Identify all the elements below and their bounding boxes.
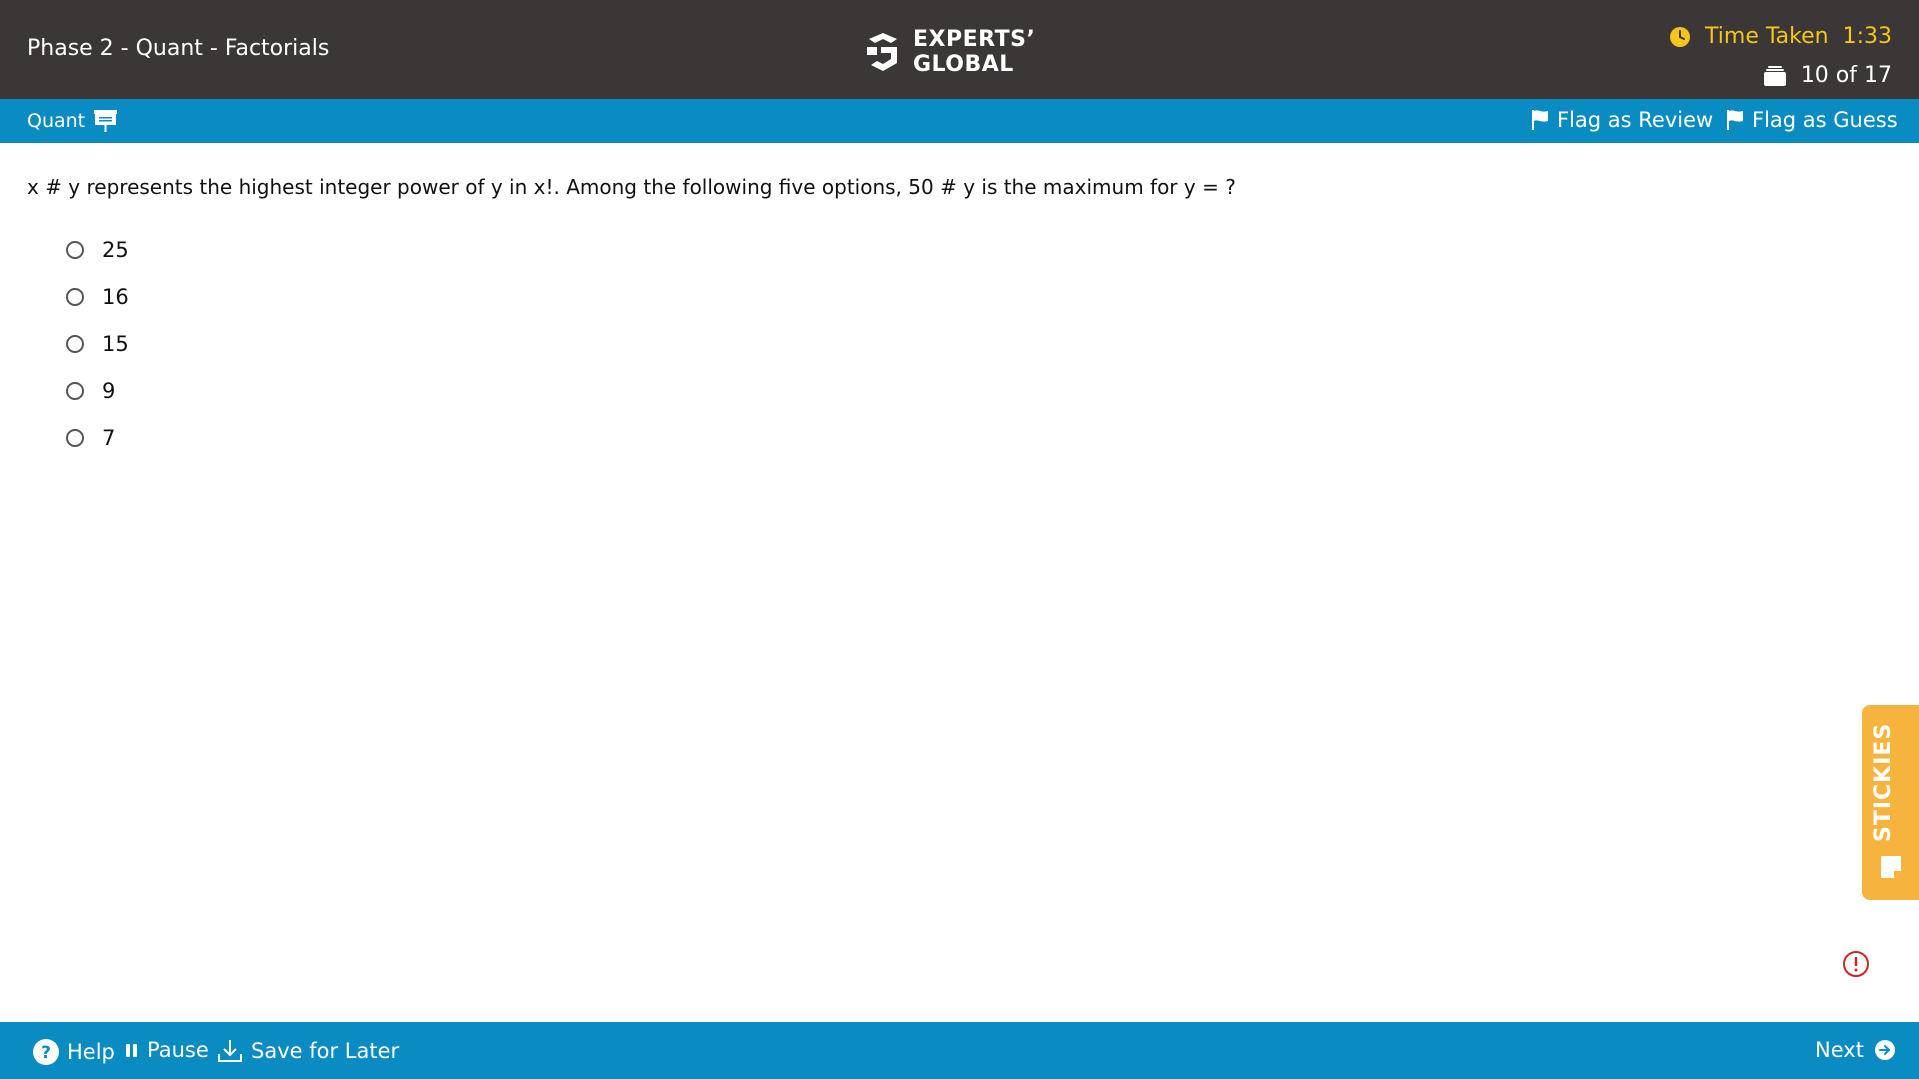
- progress-text: 10 of 17: [1800, 63, 1892, 88]
- save-for-later-button[interactable]: Save for Later: [216, 1038, 399, 1064]
- svg-text:?: ?: [41, 1043, 51, 1063]
- flag-as-review-button[interactable]: Flag as Review: [1531, 108, 1713, 132]
- answer-option-label: 15: [102, 331, 129, 356]
- stickies-tab[interactable]: STICKIES: [1862, 705, 1919, 900]
- bottom-toolbar: ? Help Pause Save for Later Next: [0, 1022, 1919, 1079]
- question-text: x # y represents the highest integer pow…: [27, 175, 1236, 199]
- flag-as-guess-button[interactable]: Flag as Guess: [1726, 108, 1898, 132]
- question-stack-icon: [1763, 65, 1786, 86]
- top-header: Phase 2 - Quant - Factorials EXPERTS’ GL…: [0, 0, 1919, 99]
- pause-button[interactable]: Pause: [124, 1038, 209, 1062]
- logo-mark-icon: [867, 33, 897, 71]
- help-label: Help: [67, 1040, 115, 1064]
- radio-button[interactable]: [66, 428, 84, 447]
- answer-option-label: 9: [102, 378, 116, 403]
- next-button[interactable]: Next: [1815, 1038, 1896, 1062]
- report-error-icon[interactable]: [1842, 950, 1870, 978]
- test-title: Phase 2 - Quant - Factorials: [27, 36, 330, 61]
- timer-label: Time Taken: [1705, 24, 1829, 49]
- clock-icon: [1670, 26, 1691, 47]
- radio-button[interactable]: [66, 381, 84, 400]
- download-icon: [218, 1040, 242, 1062]
- answer-option-label: 16: [102, 284, 129, 309]
- sticky-note-icon: [1881, 856, 1901, 878]
- answer-option[interactable]: 9: [66, 367, 129, 414]
- experts-global-logo: EXPERTS’ GLOBAL: [861, 27, 1035, 77]
- flag-icon: [1532, 110, 1548, 130]
- flag-icon: [1727, 110, 1743, 130]
- answer-option[interactable]: 15: [66, 320, 129, 367]
- section-name: Quant: [27, 110, 86, 132]
- flag-as-guess-label: Flag as Guess: [1752, 108, 1898, 132]
- pause-icon: [126, 1044, 137, 1057]
- answer-option-label: 25: [102, 237, 129, 262]
- pause-label: Pause: [147, 1038, 209, 1062]
- next-label: Next: [1815, 1038, 1864, 1062]
- arrow-right-circle-icon: [1874, 1040, 1895, 1060]
- save-for-later-label: Save for Later: [251, 1039, 400, 1063]
- whiteboard-icon[interactable]: [93, 109, 118, 133]
- answer-option[interactable]: 25: [66, 226, 129, 273]
- question-progress: 10 of 17: [1763, 63, 1892, 88]
- answer-option[interactable]: 7: [66, 414, 129, 461]
- answer-option-label: 7: [102, 425, 116, 450]
- stickies-label: STICKIES: [1871, 722, 1896, 842]
- radio-button[interactable]: [66, 287, 84, 306]
- logo-text-line2: GLOBAL: [913, 52, 1014, 77]
- answer-options: 25 16 15 9 7: [66, 226, 129, 461]
- timer-value: 1:33: [1842, 24, 1892, 49]
- answer-option[interactable]: 16: [66, 273, 129, 320]
- help-icon: ?: [33, 1039, 59, 1065]
- radio-button[interactable]: [66, 240, 84, 259]
- flag-as-review-label: Flag as Review: [1557, 108, 1714, 132]
- section-bar: Quant Flag as Review Flag as Guess: [0, 99, 1919, 143]
- logo-text-line1: EXPERTS’: [913, 27, 1036, 52]
- radio-button[interactable]: [66, 334, 84, 353]
- timer: Time Taken 1:33: [1669, 24, 1892, 49]
- help-button[interactable]: ? Help: [32, 1038, 115, 1066]
